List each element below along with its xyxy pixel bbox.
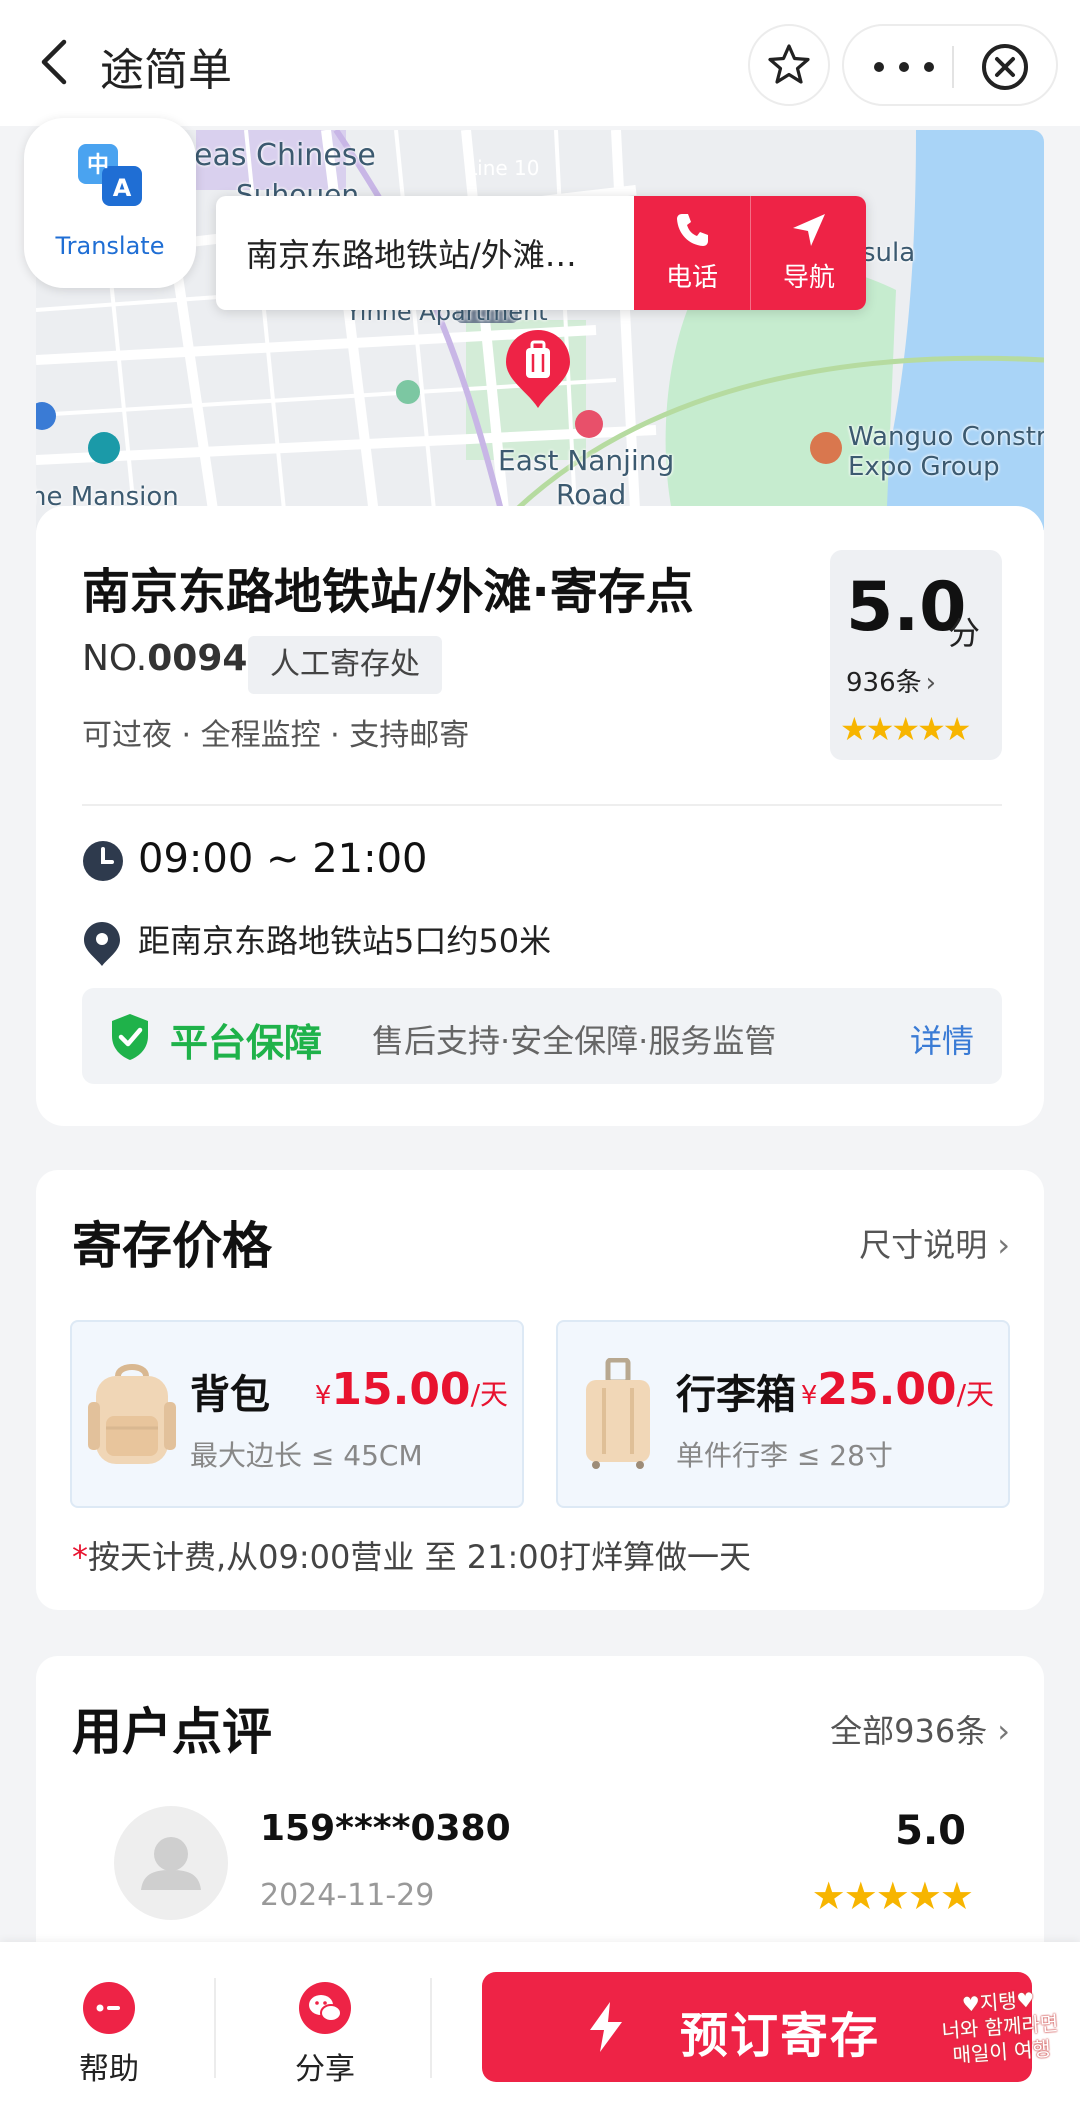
star-outline-icon: [768, 44, 810, 84]
review-stars: ★★★★★: [811, 1874, 974, 1918]
suitcase-icon: [586, 1358, 650, 1469]
capsule-divider: [952, 46, 954, 88]
shield-check-icon: [112, 1014, 148, 1060]
rating-unit: 分: [948, 614, 981, 652]
top-nav-bar: 途简单: [0, 0, 1080, 126]
luggage-pin-icon[interactable]: [502, 328, 574, 410]
navigation-arrow-icon: [793, 214, 825, 246]
opening-hours: 09:00 ~ 21:00: [138, 836, 428, 882]
divider: [430, 1978, 432, 2078]
favorite-button[interactable]: [748, 24, 830, 106]
chevron-right-icon: ›: [997, 1226, 1010, 1264]
translate-button[interactable]: 中 A Translate: [24, 118, 196, 288]
map-label: sula: [862, 238, 916, 268]
divider: [214, 1978, 216, 2078]
lightning-icon: [590, 2002, 622, 2052]
guarantee-title: 平台保障: [170, 1021, 323, 1065]
map-label: Expo Group: [848, 452, 1000, 482]
more-dots-icon[interactable]: [874, 48, 934, 86]
review-score: 5.0: [895, 1808, 966, 1854]
store-number: NO.0094: [82, 638, 248, 679]
divider: [82, 804, 1002, 806]
price-item-desc: 单件行李 ≤ 28寸: [676, 1439, 893, 1472]
size-guide-link[interactable]: 尺寸说明 ›: [859, 1220, 1010, 1266]
map-callout: 南京东路地铁站/外滩… 电话 导航: [216, 196, 866, 310]
navigate-label: 导航: [782, 263, 835, 293]
svg-text:中: 中: [87, 153, 109, 178]
price-item-desc: 最大边长 ≤ 45CM: [190, 1439, 423, 1472]
price-option-backpack[interactable]: 背包 ¥15.00/天 最大边长 ≤ 45CM: [70, 1320, 524, 1508]
review-count-link[interactable]: 936条 ›: [846, 662, 936, 699]
help-label: 帮助: [79, 2052, 139, 2087]
price-item-price: ¥25.00/天: [800, 1364, 994, 1415]
phone-label: 电话: [665, 263, 718, 293]
map-label: Wanguo Constr: [848, 422, 1044, 452]
pricing-title: 寄存价格: [72, 1217, 272, 1275]
clock-icon: [83, 841, 123, 881]
store-info-card: 南京东路地铁站/外滩·寄存点 NO.0094 人工寄存处 可过夜 · 全程监控 …: [36, 506, 1044, 1126]
translate-icon: 中 A: [78, 144, 142, 206]
wechat-icon: [299, 1982, 351, 2034]
chevron-right-icon: ›: [997, 1712, 1010, 1750]
review-username: 159****0380: [260, 1808, 511, 1849]
rating-summary[interactable]: 5.0 分 936条 › ★★★★★: [830, 550, 1002, 760]
platform-guarantee-bar[interactable]: 平台保障 售后支持·安全保障·服务监管 详情: [82, 988, 1002, 1084]
map-label: East Nanjing: [498, 444, 675, 477]
price-option-suitcase[interactable]: 行李箱 ¥25.00/天 单件行李 ≤ 28寸: [556, 1320, 1010, 1508]
watermark-sticker: ♥지탱♥ 너와 함께라면 매일이 여행: [940, 1987, 1060, 2068]
backpack-icon: [88, 1364, 176, 1464]
callout-address: 南京东路地铁站/外滩…: [246, 236, 577, 274]
map-label: eas Chinese: [194, 138, 376, 173]
guarantee-description: 售后支持·安全保障·服务监管: [372, 1022, 777, 1060]
distance-text: 距南京东路地铁站5口约50米: [138, 922, 552, 960]
reviews-title: 用户点评: [72, 1703, 272, 1761]
location-pin-icon: [84, 922, 120, 966]
price-item-name: 背包: [190, 1372, 270, 1418]
avatar: [114, 1806, 228, 1920]
store-type-badge: 人工寄存处: [248, 636, 442, 694]
user-placeholder-icon: [141, 1837, 201, 1890]
store-title: 南京东路地铁站/外滩·寄存点: [82, 564, 694, 620]
rating-stars: ★★★★★: [840, 710, 971, 748]
share-button[interactable]: 分享: [260, 1982, 390, 2088]
page-title: 途简单: [100, 45, 232, 96]
guarantee-details-link[interactable]: 详情: [910, 1016, 974, 1062]
close-circle-icon[interactable]: [980, 42, 1030, 92]
chevron-right-icon: ›: [925, 668, 937, 698]
map-label-line: Line 10: [466, 156, 540, 180]
phone-icon: [677, 214, 708, 246]
chat-bubble-icon: [83, 1982, 135, 2034]
price-item-price: ¥15.00/天: [314, 1364, 508, 1415]
chevron-left-icon[interactable]: [28, 32, 88, 92]
bottom-action-bar: 帮助 分享 预订寄存: [0, 1942, 1080, 2115]
price-item-name: 行李箱: [676, 1372, 796, 1418]
store-tags: 可过夜 · 全程监控 · 支持邮寄: [82, 718, 470, 753]
pricing-note: *按天计费,从09:00营业 至 21:00打烊算做一天: [72, 1538, 751, 1576]
review-date: 2024-11-29: [260, 1878, 435, 1913]
translate-label: Translate: [55, 232, 165, 260]
phone-button[interactable]: 电话: [634, 196, 750, 310]
share-label: 分享: [295, 2052, 355, 2087]
svg-text:A: A: [113, 174, 132, 202]
mini-program-capsule: [842, 24, 1058, 106]
pricing-card: 寄存价格 尺寸说明 › 背包 ¥15.00/天 最大边长 ≤ 45CM 行李箱 ¥…: [36, 1170, 1044, 1610]
all-reviews-link[interactable]: 全部936条 ›: [830, 1706, 1010, 1752]
help-button[interactable]: 帮助: [44, 1982, 174, 2088]
book-storage-label: 预订寄存: [680, 2008, 881, 2064]
navigate-button[interactable]: 导航: [750, 196, 866, 310]
